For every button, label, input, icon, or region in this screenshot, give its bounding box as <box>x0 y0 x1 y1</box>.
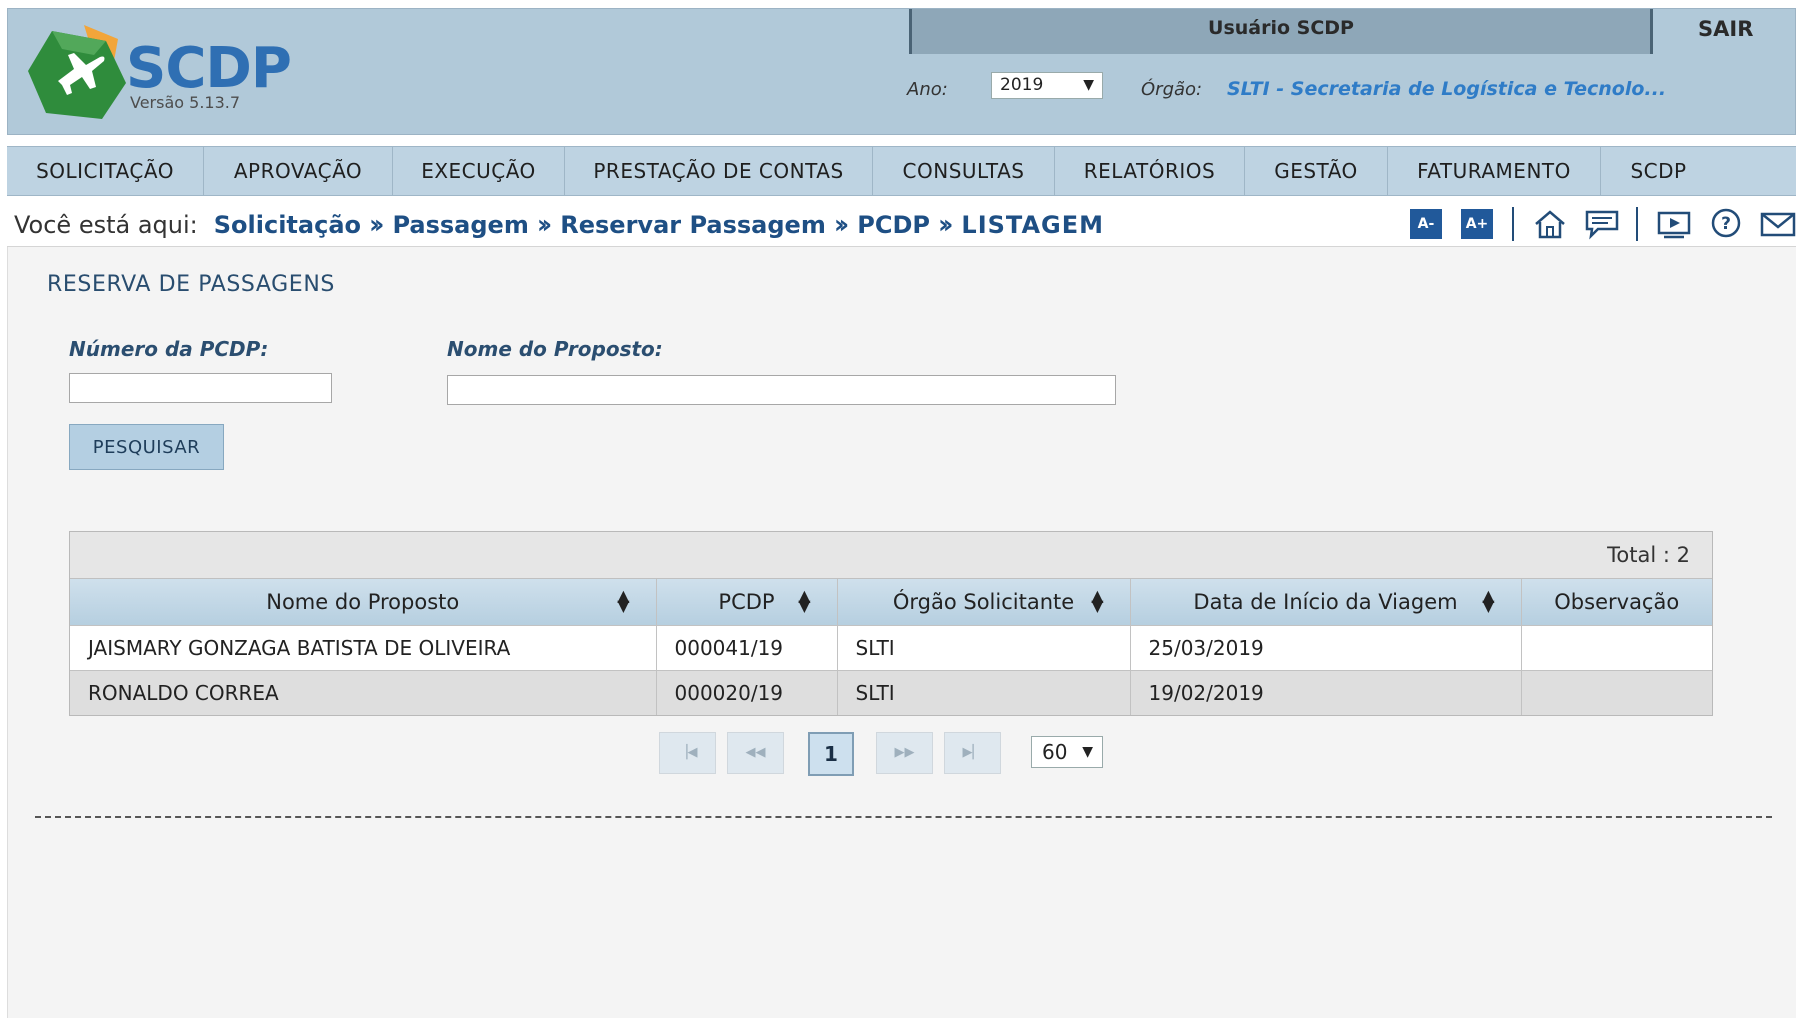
current-page-button[interactable]: 1 <box>808 732 854 776</box>
column-header-observacao: Observação <box>1521 579 1712 625</box>
app-brand: SCDP <box>126 36 292 101</box>
menu-solicitacao[interactable]: SOLICITAÇÃO <box>7 147 204 195</box>
dashed-separator <box>35 816 1772 818</box>
dropdown-arrow-icon: ▼ <box>1083 77 1094 93</box>
breadcrumb-prefix: Você está aqui: <box>14 211 198 239</box>
menu-aprovacao[interactable]: APROVAÇÃO <box>204 147 393 195</box>
toolbar-divider <box>1636 207 1638 241</box>
column-header-label: Data de Início da Viagem <box>1193 589 1458 614</box>
table-header-row: Nome do Proposto ▲ ▼ PCDP ▲ ▼ Órgão Solici… <box>70 579 1712 625</box>
column-header-orgao[interactable]: Órgão Solicitante ▲ ▼ <box>837 579 1131 625</box>
accessibility-toolbar: A- A+ ? <box>1410 204 1796 244</box>
pcdp-number-input[interactable] <box>69 373 332 403</box>
scdp-logo-icon <box>28 25 126 119</box>
first-page-button[interactable]: ▕◀ <box>659 732 716 774</box>
menu-execucao[interactable]: EXECUÇÃO <box>393 147 565 195</box>
column-header-label: Nome do Proposto <box>266 589 460 614</box>
table-row[interactable]: JAISMARY GONZAGA BATISTA DE OLIVEIRA 000… <box>70 624 1712 670</box>
search-button[interactable]: PESQUISAR <box>69 424 224 470</box>
pagination: ▕◀ ◀◀ 1 ▶▶ ▶▏ <box>0 732 1796 776</box>
last-page-button[interactable]: ▶▏ <box>944 732 1001 774</box>
breadcrumb-item-reservar-passagem[interactable]: Reservar Passagem <box>560 211 826 239</box>
page-title: RESERVA DE PASSAGENS <box>47 272 335 297</box>
cell-pcdp[interactable]: 000041/19 <box>656 624 838 670</box>
dropdown-arrow-icon: ▼ <box>1082 744 1093 760</box>
menu-relatorios[interactable]: RELATÓRIOS <box>1055 147 1245 195</box>
results-grid: Nome do Proposto ▲ ▼ PCDP ▲ ▼ Órgão Solici… <box>70 579 1712 715</box>
year-select[interactable]: 2019 ▼ <box>991 72 1103 99</box>
font-increase-button[interactable]: A+ <box>1461 209 1493 239</box>
results-total: Total : 2 <box>70 532 1712 579</box>
results-table: Total : 2 Nome do Proposto ▲ ▼ PCDP ▲ ▼ Ór… <box>69 531 1713 716</box>
organ-link[interactable]: SLTI - Secretaria de Logística e Tecnolo… <box>1227 78 1666 100</box>
cell-nome[interactable]: RONALDO CORREA <box>70 669 657 715</box>
cell-data-inicio: 25/03/2019 <box>1130 624 1522 670</box>
breadcrumb-item-pcdp[interactable]: PCDP <box>857 211 930 239</box>
user-name-bar: Usuário SCDP <box>909 9 1653 54</box>
proposto-name-label: Nome do Proposto: <box>447 337 663 361</box>
double-chevron-icon: ›› <box>833 210 850 240</box>
menu-prestacao-de-contas[interactable]: PRESTAÇÃO DE CONTAS <box>565 147 873 195</box>
app-version: Versão 5.13.7 <box>130 93 241 112</box>
menu-gestao[interactable]: GESTÃO <box>1245 147 1388 195</box>
double-chevron-icon: ›› <box>536 210 553 240</box>
cell-pcdp[interactable]: 000020/19 <box>656 669 838 715</box>
column-header-label: PCDP <box>718 589 775 614</box>
mail-icon[interactable] <box>1760 207 1796 241</box>
double-chevron-icon: ›› <box>369 210 385 240</box>
sort-icon[interactable]: ▲ ▼ <box>1091 588 1103 614</box>
breadcrumb-item-solicitacao[interactable]: Solicitação <box>214 211 361 239</box>
next-page-button[interactable]: ▶▶ <box>876 732 933 774</box>
proposto-name-input[interactable] <box>447 375 1116 405</box>
rows-per-page-select[interactable]: 60 ▼ <box>1031 736 1103 768</box>
cell-data-inicio: 19/02/2019 <box>1130 669 1522 715</box>
app-header: SCDP Versão 5.13.7 Usuário SCDP SAIR Ano… <box>7 8 1796 135</box>
menu-consultas[interactable]: CONSULTAS <box>873 147 1055 195</box>
help-icon[interactable]: ? <box>1708 207 1744 241</box>
logout-link[interactable]: SAIR <box>1698 17 1753 41</box>
main-menu: SOLICITAÇÃO APROVAÇÃO EXECUÇÃO PRESTAÇÃO… <box>7 146 1796 196</box>
chat-icon[interactable] <box>1584 207 1620 241</box>
breadcrumb-item-passagem[interactable]: Passagem <box>392 211 528 239</box>
menu-scdp[interactable]: SCDP <box>1601 147 1716 195</box>
font-decrease-button[interactable]: A- <box>1410 209 1442 239</box>
column-header-pcdp[interactable]: PCDP ▲ ▼ <box>656 579 838 625</box>
organ-label: Órgão: <box>1141 79 1203 100</box>
year-select-value: 2019 <box>1000 75 1044 95</box>
rows-per-page-value: 60 <box>1042 740 1068 764</box>
toolbar-divider <box>1512 207 1514 241</box>
cell-orgao: SLTI <box>837 669 1131 715</box>
video-icon[interactable] <box>1656 207 1692 241</box>
sort-icon[interactable]: ▲ ▼ <box>798 588 810 614</box>
breadcrumb-item-listagem: LISTAGEM <box>961 211 1104 239</box>
home-icon[interactable] <box>1532 207 1568 241</box>
column-header-label: Órgão Solicitante <box>892 589 1075 614</box>
sort-icon[interactable]: ▲ ▼ <box>617 588 629 614</box>
column-header-data-inicio[interactable]: Data de Início da Viagem ▲ ▼ <box>1130 579 1522 625</box>
pcdp-number-label: Número da PCDP: <box>69 337 269 361</box>
sort-icon[interactable]: ▲ ▼ <box>1482 588 1494 614</box>
table-row[interactable]: RONALDO CORREA 000020/19 SLTI 19/02/2019 <box>70 669 1712 715</box>
cell-orgao: SLTI <box>837 624 1131 670</box>
column-header-nome[interactable]: Nome do Proposto ▲ ▼ <box>70 579 657 625</box>
cell-nome[interactable]: JAISMARY GONZAGA BATISTA DE OLIVEIRA <box>70 624 657 670</box>
double-chevron-icon: ›› <box>937 210 954 240</box>
column-header-label: Observação <box>1554 589 1680 614</box>
menu-faturamento[interactable]: FATURAMENTO <box>1388 147 1601 195</box>
year-label: Ano: <box>907 79 948 100</box>
cell-observacao <box>1521 624 1712 670</box>
previous-page-button[interactable]: ◀◀ <box>727 732 784 774</box>
cell-observacao <box>1521 669 1712 715</box>
svg-text:?: ? <box>1721 214 1731 234</box>
breadcrumb: Você está aqui: Solicitação ›› Passagem … <box>14 205 1104 245</box>
